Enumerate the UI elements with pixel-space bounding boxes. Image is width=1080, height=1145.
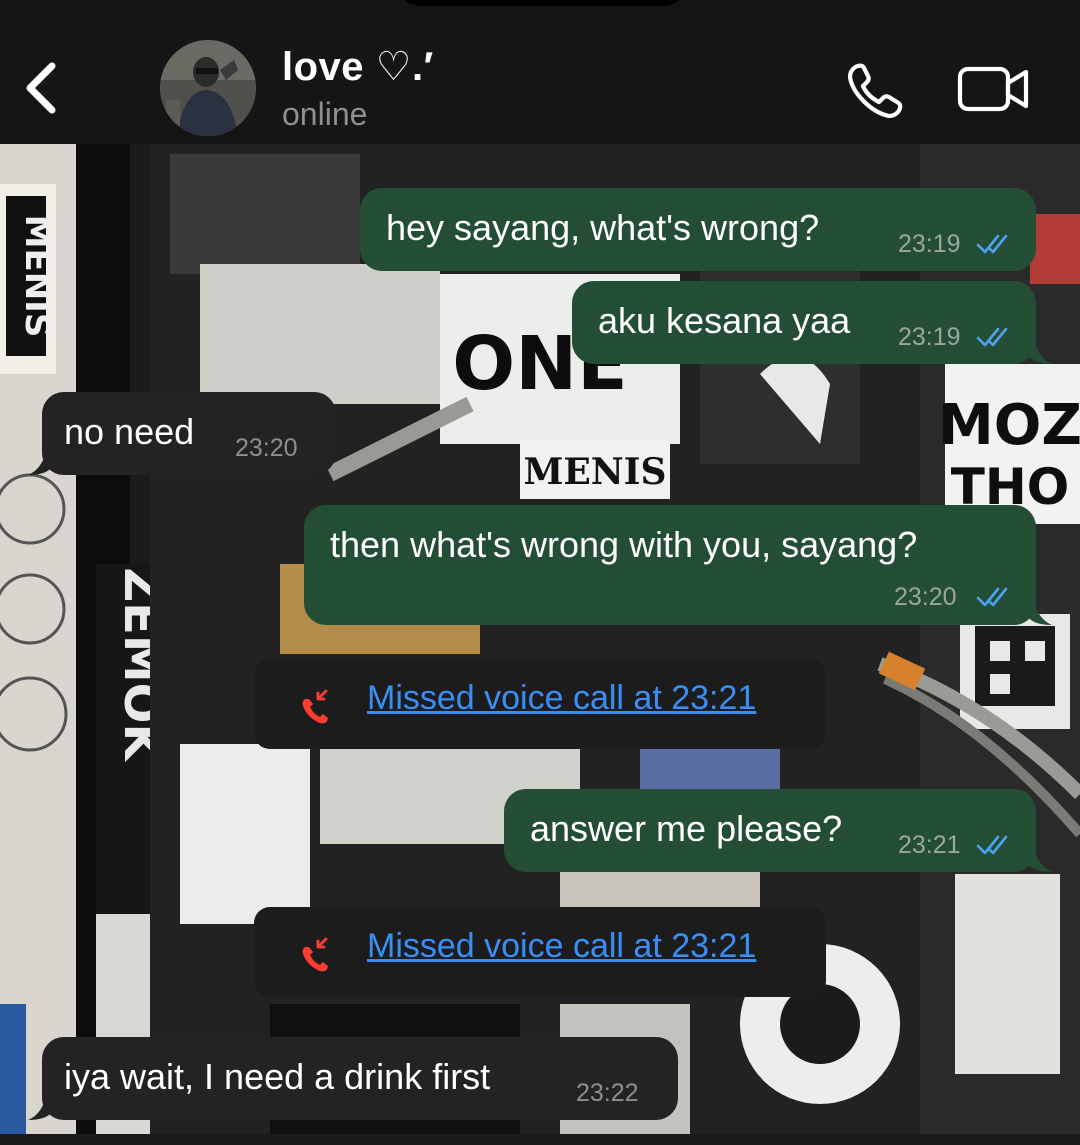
message-time: 23:19 — [898, 323, 961, 351]
bubble-tail — [1028, 340, 1052, 364]
message-text: aku kesana yaa — [598, 300, 851, 341]
read-receipt-icon — [976, 587, 1008, 607]
message-time: 23:21 — [898, 831, 961, 859]
svg-text:MENIS: MENIS — [17, 215, 57, 338]
message-text: then what's wrong with you, sayang? — [330, 524, 918, 565]
outgoing-message[interactable]: answer me please? 23:21 — [504, 789, 1036, 872]
svg-text:MENIS: MENIS — [523, 451, 666, 493]
chat-header: love ♡.′ online — [0, 0, 1080, 144]
message-time: 23:20 — [894, 583, 957, 611]
video-camera-icon — [957, 66, 1029, 112]
message-time: 23:20 — [235, 434, 298, 462]
missed-call-text: Missed voice call at 23:21 — [367, 927, 757, 965]
bubble-tail — [1028, 848, 1052, 872]
bubble-tail — [28, 451, 52, 475]
message-time: 23:22 — [576, 1079, 639, 1107]
message-text: answer me please? — [530, 808, 843, 849]
phone-icon — [847, 63, 903, 119]
incoming-message[interactable]: no need 23:20 — [42, 392, 336, 475]
contact-status: online — [282, 96, 368, 132]
missed-call-text: Missed voice call at 23:21 — [367, 679, 757, 717]
bubble-tail — [1028, 601, 1052, 625]
chevron-left-icon — [26, 62, 56, 114]
incoming-message[interactable]: iya wait, I need a drink first 23:22 — [42, 1037, 678, 1120]
missed-call-icon — [302, 689, 328, 724]
read-receipt-icon — [976, 327, 1008, 347]
message-time: 23:19 — [898, 230, 961, 258]
missed-call-icon — [302, 937, 328, 972]
contact-name[interactable]: love ♡.′ — [282, 44, 434, 90]
outgoing-message[interactable]: then what's wrong with you, sayang? 23:2… — [304, 505, 1036, 625]
missed-call-notice[interactable]: Missed voice call at 23:21 — [254, 907, 826, 997]
missed-call-notice[interactable]: Missed voice call at 23:21 — [254, 659, 826, 749]
read-receipt-icon — [976, 234, 1008, 254]
svg-text:MOZ: MOZ — [938, 393, 1080, 458]
read-receipt-icon — [976, 835, 1008, 855]
avatar-photo — [160, 40, 256, 136]
message-text: no need — [64, 411, 195, 452]
message-text: hey sayang, what's wrong? — [386, 207, 820, 248]
outgoing-message[interactable]: aku kesana yaa 23:19 — [572, 281, 1036, 364]
device-notch — [398, 0, 686, 6]
back-button[interactable] — [18, 56, 68, 120]
bubble-tail — [28, 1096, 52, 1120]
outgoing-message[interactable]: hey sayang, what's wrong? 23:19 — [360, 188, 1036, 271]
contact-avatar[interactable] — [160, 40, 256, 136]
voice-call-button[interactable] — [844, 58, 908, 122]
message-text: iya wait, I need a drink first — [64, 1056, 491, 1097]
video-call-button[interactable] — [956, 64, 1032, 114]
